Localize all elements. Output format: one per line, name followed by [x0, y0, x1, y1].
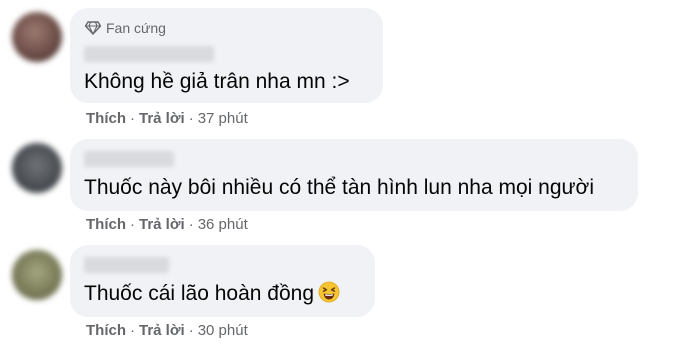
badge-label: Fan cứng: [106, 20, 166, 36]
reply-button[interactable]: Trả lời: [139, 216, 185, 233]
avatar[interactable]: [12, 143, 62, 193]
comment-bubble: Thuốc này bôi nhiều có thể tàn hình lun …: [70, 139, 638, 211]
avatar[interactable]: [12, 12, 62, 62]
fan-badge: Fan cứng: [85, 20, 166, 36]
reply-button[interactable]: Trả lời: [139, 110, 185, 127]
separator: ·: [188, 322, 194, 339]
comment-text: Thuốc này bôi nhiều có thể tàn hình lun …: [84, 176, 594, 199]
like-button[interactable]: Thích: [86, 216, 126, 233]
separator: ·: [130, 110, 135, 127]
timestamp[interactable]: 30 phút: [198, 322, 248, 339]
separator: ·: [188, 216, 194, 233]
comment-text-content: Thuốc cái lão hoàn đồng: [84, 282, 315, 305]
separator: ·: [130, 322, 135, 339]
diamond-icon: [85, 21, 101, 35]
comment-text: Không hề giả trân nha mn :>: [84, 70, 350, 93]
avatar[interactable]: [12, 250, 62, 300]
like-button[interactable]: Thích: [86, 322, 126, 339]
commenter-name[interactable]: [84, 46, 214, 62]
commenter-name[interactable]: [84, 257, 169, 273]
timestamp[interactable]: 37 phút: [198, 110, 248, 127]
like-button[interactable]: Thích: [86, 110, 126, 127]
comment-actions: Thích · Trả lời · 37 phút: [86, 110, 248, 127]
comment-actions: Thích · Trả lời · 30 phút: [86, 322, 248, 339]
timestamp[interactable]: 36 phút: [198, 216, 248, 233]
comment-bubble: Fan cứng Không hề giả trân nha mn :>: [70, 8, 383, 103]
separator: ·: [188, 110, 194, 127]
grinning-squinting-face-icon: [318, 281, 340, 303]
commenter-name[interactable]: [84, 151, 174, 167]
comment-text: Thuốc cái lão hoàn đồng: [84, 281, 340, 307]
comment-actions: Thích · Trả lời · 36 phút: [86, 216, 248, 233]
separator: ·: [130, 216, 135, 233]
reply-button[interactable]: Trả lời: [139, 322, 185, 339]
comment-bubble: Thuốc cái lão hoàn đồng: [70, 245, 375, 317]
